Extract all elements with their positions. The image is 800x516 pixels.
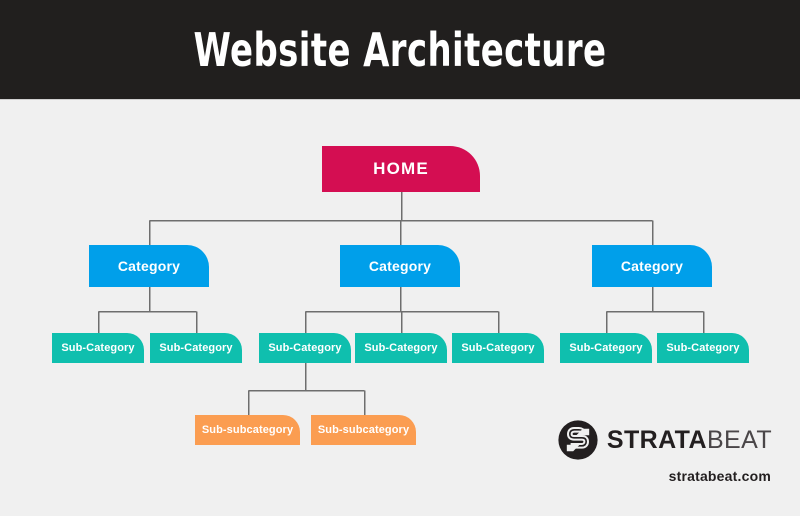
diagram-node-label: Sub-Category xyxy=(159,342,233,354)
diagram-node-cat3[interactable]: Category xyxy=(592,245,712,287)
logo-wordmark: STRATABEAT xyxy=(606,425,772,454)
diagram-node-label: Sub-subcategory xyxy=(201,424,294,436)
logo-wordmark-bold: STRATA xyxy=(606,425,707,454)
diagram-node-cat2[interactable]: Category xyxy=(340,245,460,287)
header-bar: Website Architecture xyxy=(0,0,800,100)
diagram-node-sub2[interactable]: Sub-Category xyxy=(150,333,242,363)
infographic-page: Website Architecture HOME Category Categor… xyxy=(0,0,800,516)
brand-logo-block: STRATABEAT stratabeat.com xyxy=(532,420,772,492)
logo-wordmark-light: BEAT xyxy=(706,425,772,454)
diagram-node-home[interactable]: HOME xyxy=(322,146,480,192)
diagram-node-sub5[interactable]: Sub-Category xyxy=(452,333,544,363)
page-title: Website Architecture xyxy=(193,23,607,77)
diagram-node-label: Category xyxy=(117,258,181,274)
diagram-node-label: Category xyxy=(620,258,684,274)
diagram-node-label: Sub-Category xyxy=(364,342,438,354)
diagram-node-label: Category xyxy=(368,258,432,274)
diagram-node-sub7[interactable]: Sub-Category xyxy=(657,333,749,363)
logo-url: stratabeat.com xyxy=(668,468,771,484)
diagram-node-ssc1[interactable]: Sub-subcategory xyxy=(195,415,300,445)
diagram-node-sub3[interactable]: Sub-Category xyxy=(259,333,351,363)
diagram-node-sub1[interactable]: Sub-Category xyxy=(52,333,144,363)
diagram-node-label: Sub-subcategory xyxy=(317,424,410,436)
diagram-node-cat1[interactable]: Category xyxy=(89,245,209,287)
diagram-node-label: Sub-Category xyxy=(461,342,535,354)
stratabeat-s-mark-icon xyxy=(558,420,598,460)
diagram-node-label: Sub-Category xyxy=(61,342,135,354)
diagram-node-label: Sub-Category xyxy=(569,342,643,354)
diagram-node-label: HOME xyxy=(373,159,429,178)
logo-lockup: STRATABEAT xyxy=(558,420,772,460)
diagram-node-label: Sub-Category xyxy=(268,342,342,354)
diagram-node-sub6[interactable]: Sub-Category xyxy=(560,333,652,363)
diagram-node-sub4[interactable]: Sub-Category xyxy=(355,333,447,363)
diagram-node-label: Sub-Category xyxy=(666,342,740,354)
diagram-node-ssc2[interactable]: Sub-subcategory xyxy=(311,415,416,445)
